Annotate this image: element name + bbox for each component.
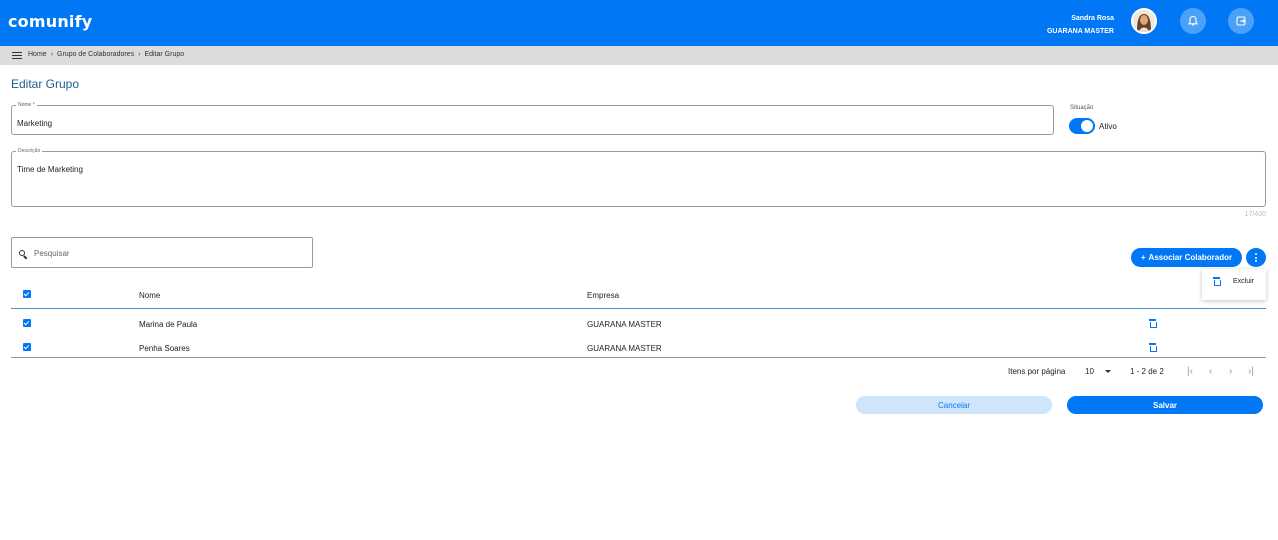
nome-value[interactable]: Marketing — [17, 119, 52, 128]
column-header-nome[interactable]: Nome — [139, 291, 160, 300]
items-per-page-label: Itens por página — [1008, 367, 1066, 376]
avatar-image — [1133, 10, 1155, 32]
trash-icon[interactable] — [1149, 343, 1157, 352]
row-nome: Penha Soares — [139, 344, 190, 353]
trash-icon — [1213, 277, 1221, 286]
row-nome: Marina de Paula — [139, 320, 198, 329]
descricao-field[interactable]: Descrição Time de Marketing — [11, 148, 1266, 207]
menu-icon[interactable] — [12, 52, 22, 59]
row-checkbox[interactable] — [23, 343, 31, 351]
descricao-value[interactable]: Time de Marketing — [17, 165, 83, 174]
breadcrumb-separator: › — [138, 51, 141, 58]
notifications-button[interactable] — [1180, 8, 1206, 34]
row-empresa: GUARANA MASTER — [587, 320, 662, 329]
kebab-dot — [1255, 253, 1257, 255]
avatar[interactable] — [1131, 8, 1157, 34]
kebab-dot — [1255, 260, 1257, 262]
row-checkbox[interactable] — [23, 319, 31, 327]
breadcrumb-grupo-colaboradores[interactable]: Grupo de Colaboradores — [57, 51, 134, 58]
first-page-button[interactable]: |‹ — [1187, 366, 1193, 377]
plus-icon: + — [1140, 253, 1146, 262]
top-bar: comunify Sandra Rosa GUARANA MASTER — [0, 0, 1278, 46]
logout-button[interactable] — [1228, 8, 1254, 34]
items-per-page-select[interactable]: 10 — [1085, 367, 1094, 376]
table-bottom-divider — [11, 357, 1266, 358]
menu-item-excluir-label: Excluir — [1233, 277, 1255, 285]
nome-label: Nome * — [16, 102, 37, 108]
breadcrumb-editar-grupo: Editar Grupo — [144, 51, 185, 58]
logout-icon — [1236, 16, 1246, 26]
table-header-divider — [11, 308, 1266, 309]
next-page-button[interactable]: › — [1229, 366, 1232, 377]
more-options-menu: Excluir — [1202, 269, 1266, 300]
associar-colaborador-button[interactable]: + Associar Colaborador — [1131, 248, 1242, 267]
app-logo[interactable]: comunify — [8, 12, 92, 31]
column-header-empresa[interactable]: Empresa — [587, 291, 619, 300]
breadcrumb-separator: › — [50, 51, 54, 58]
user-company: GUARANA MASTER — [1046, 28, 1114, 35]
cancel-button[interactable]: Cancelar — [856, 396, 1052, 414]
user-name: Sandra Rosa — [1071, 15, 1114, 22]
select-all-checkbox[interactable] — [23, 290, 31, 298]
bell-icon — [1187, 15, 1199, 26]
situacao-label: Situação — [1070, 105, 1094, 111]
kebab-dot — [1255, 256, 1257, 259]
more-options-button[interactable] — [1246, 248, 1266, 267]
menu-item-excluir[interactable]: Excluir — [1202, 273, 1266, 289]
breadcrumb-home[interactable]: Home — [28, 51, 47, 58]
search-input[interactable] — [34, 246, 304, 260]
breadcrumb: Home › Grupo de Colaboradores › Editar G… — [28, 51, 184, 58]
descricao-counter: 17/400 — [1244, 211, 1266, 218]
save-button[interactable]: Salvar — [1067, 396, 1263, 414]
breadcrumb-bar: Home › Grupo de Colaboradores › Editar G… — [0, 46, 1278, 65]
associar-colaborador-label: Associar Colaborador — [1148, 253, 1233, 262]
search-icon — [19, 250, 25, 256]
nome-field[interactable]: Nome * Marketing — [11, 102, 1054, 135]
pagination-range: 1 - 2 de 2 — [1130, 367, 1164, 376]
trash-icon[interactable] — [1149, 319, 1157, 328]
descricao-label: Descrição — [16, 148, 43, 154]
chevron-down-icon[interactable] — [1105, 370, 1111, 373]
situacao-toggle[interactable] — [1069, 118, 1095, 134]
previous-page-button[interactable]: ‹ — [1209, 366, 1212, 377]
situacao-value: Ativo — [1099, 122, 1117, 131]
search-box[interactable] — [11, 237, 313, 268]
row-empresa: GUARANA MASTER — [587, 344, 662, 353]
last-page-button[interactable]: ›| — [1248, 366, 1254, 377]
page-title: Editar Grupo — [11, 77, 80, 91]
